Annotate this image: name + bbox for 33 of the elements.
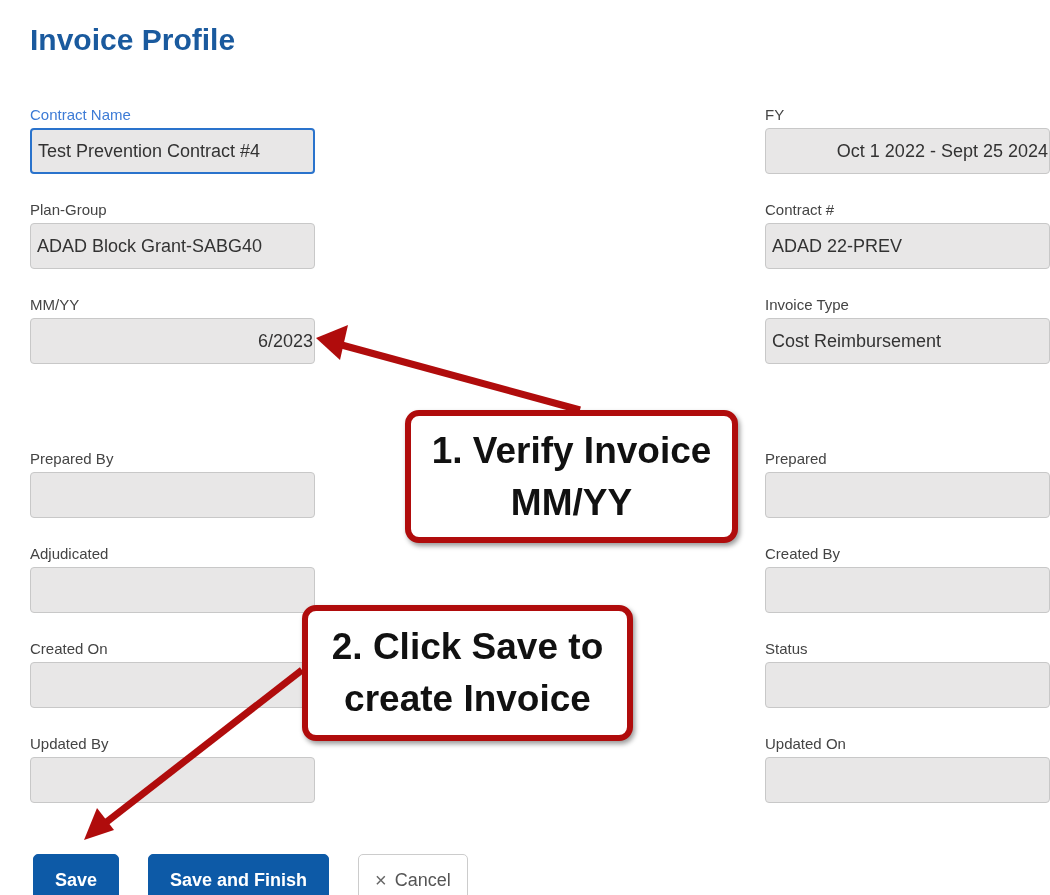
field-label: Prepared By <box>30 450 114 468</box>
input-field[interactable] <box>765 757 1050 803</box>
input-field[interactable]: Test Prevention Contract #4 <box>30 128 315 174</box>
field-label: FY <box>765 106 785 124</box>
field-label: Created On <box>30 640 108 658</box>
callout-tooltip: 1. Verify Invoice MM/YY <box>405 410 738 543</box>
save-button[interactable]: Save <box>33 854 120 895</box>
field-label: Invoice Type <box>765 296 849 314</box>
input-field[interactable] <box>30 472 315 518</box>
field-label: Adjudicated <box>30 545 109 563</box>
field-label: Updated On <box>765 735 846 753</box>
field-label: Status <box>765 640 808 658</box>
input-field[interactable]: Oct 1 2022 - Sept 25 2024 <box>765 128 1050 174</box>
input-field[interactable]: Cost Reimbursement <box>765 318 1050 364</box>
page-title: Invoice Profile <box>30 22 236 58</box>
input-field[interactable]: ADAD 22-PREV <box>765 223 1050 269</box>
field-label: Updated By <box>30 735 109 753</box>
input-field[interactable]: ADAD Block Grant-SABG40 <box>30 223 315 269</box>
input-field[interactable] <box>765 662 1050 708</box>
cancel-button[interactable]: × Cancel <box>358 854 468 895</box>
field-label: Contract Name <box>30 106 131 124</box>
callout-tooltip: 2. Click Save to create Invoice <box>302 605 633 741</box>
field-label: Contract # <box>765 201 835 219</box>
input-field[interactable] <box>30 567 315 613</box>
field-label: MM/YY <box>30 296 80 314</box>
input-field[interactable] <box>765 472 1050 518</box>
input-field[interactable] <box>765 567 1050 613</box>
input-field[interactable] <box>30 757 315 803</box>
field-label: Plan-Group <box>30 201 107 219</box>
field-label: Prepared <box>765 450 827 468</box>
save-and-finish-button[interactable]: Save and Finish <box>148 854 330 895</box>
field-label: Created By <box>765 545 841 563</box>
input-field[interactable]: 6/2023 <box>30 318 315 364</box>
